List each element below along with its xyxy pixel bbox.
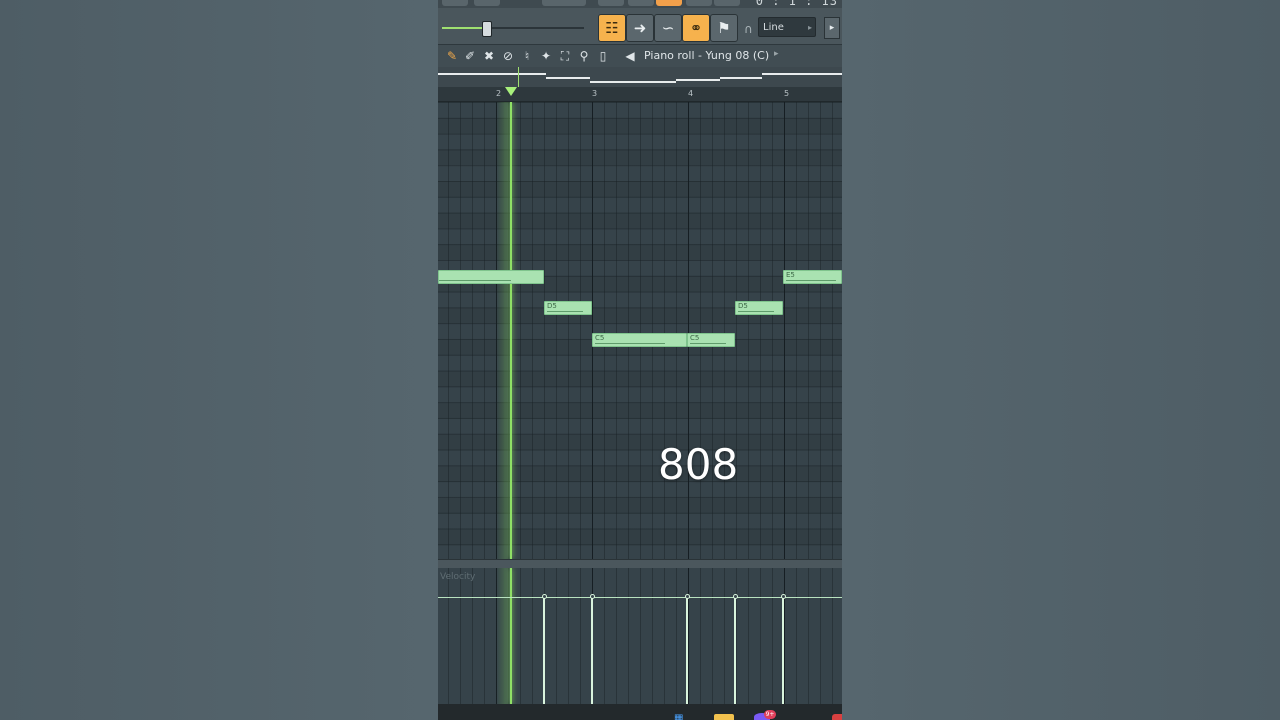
link-icon[interactable]: ⚭ [682, 14, 710, 42]
note-label: C5 [690, 334, 700, 342]
overview-clip [438, 73, 546, 75]
notification-badge: 9+ [764, 710, 776, 719]
piano-roll-toolbar: ✎ ✐ ✖ ⊘ ♮ ✦ ⛶ ⚲ ▯ ◀ Piano roll - Yung 08… [438, 45, 842, 67]
note-velocity [547, 311, 583, 312]
chevron-right-icon[interactable]: ▸ [774, 49, 779, 59]
overview-playhead [518, 67, 519, 87]
mode-button[interactable] [686, 0, 712, 6]
mute-icon[interactable]: ⊘ [500, 48, 516, 64]
velocity-handle[interactable] [781, 594, 786, 599]
note-velocity [738, 311, 774, 312]
note-velocity [595, 343, 665, 344]
video-caption: 808 [658, 440, 739, 489]
timeline-ruler[interactable]: 2 3 4 5 [438, 87, 842, 102]
overview-clip [546, 77, 590, 79]
note-label: D5 [738, 302, 748, 310]
snap-select[interactable]: Line ▸ [758, 17, 816, 37]
pencil-icon[interactable]: ✎ [444, 48, 460, 64]
velocity-bar[interactable] [686, 598, 688, 704]
delete-icon[interactable]: ✖ [481, 48, 497, 64]
snap-value: Line [763, 22, 784, 33]
velocity-bar[interactable] [782, 598, 784, 704]
note[interactable]: D5 [544, 301, 592, 315]
background-left [0, 0, 438, 720]
note-label: E5 [786, 271, 795, 279]
velocity-handle[interactable] [733, 594, 738, 599]
note-label: C5 [595, 334, 605, 342]
slider-knob[interactable] [482, 21, 492, 37]
metronome-button[interactable] [628, 0, 654, 6]
bar-number: 4 [688, 89, 694, 98]
speaker-mute-icon[interactable]: ♮ [519, 48, 535, 64]
select-icon[interactable]: ⛶ [557, 48, 573, 64]
tempo-display[interactable] [542, 0, 586, 6]
fl-studio-window: 0 : 1 : 13 ☷ ➜ ∽ ⚭ ⚑ ∩ Line ▸ ▸ ✎ ✐ ✖ ⊘ … [438, 0, 842, 720]
velocity-editor[interactable]: Velocity [438, 568, 842, 704]
pattern-button[interactable] [442, 0, 468, 6]
plug-icon[interactable]: ∽ [654, 14, 682, 42]
note-label: D5 [547, 302, 557, 310]
file-explorer-icon[interactable] [714, 714, 734, 720]
app-icon-red[interactable] [832, 714, 842, 720]
note[interactable]: C5 [592, 333, 687, 347]
note-velocity [690, 343, 726, 344]
note-velocity [439, 280, 511, 281]
playback-icon[interactable]: ▯ [595, 48, 611, 64]
windows-start-icon[interactable]: ▦ [674, 714, 694, 720]
stamp-icon[interactable]: ⚑ [710, 14, 738, 42]
velocity-bar[interactable] [543, 598, 545, 704]
velocity-handle[interactable] [590, 594, 595, 599]
master-pitch-slider[interactable] [442, 21, 584, 37]
bar-number: 5 [784, 89, 790, 98]
playhead-line [510, 568, 512, 704]
mode-button-2[interactable] [714, 0, 740, 6]
top-strip: 0 : 1 : 13 [438, 0, 842, 8]
chevron-right-icon: ▸ [807, 23, 812, 32]
active-mode-button[interactable] [656, 0, 682, 6]
bar-number: 3 [592, 89, 598, 98]
record-button[interactable] [598, 0, 624, 6]
velocity-bar[interactable] [591, 598, 593, 704]
piano-roll-icon[interactable]: ☷ [598, 14, 626, 42]
overview-clip [762, 73, 842, 75]
zoom-icon[interactable]: ⚲ [576, 48, 592, 64]
main-toolbar: 0 : 1 : 13 ☷ ➜ ∽ ⚭ ⚑ ∩ Line ▸ ▸ [438, 0, 842, 45]
slider-fill [442, 27, 482, 29]
playhead-marker[interactable] [505, 87, 517, 96]
arrow-right-icon[interactable]: ➜ [626, 14, 654, 42]
speaker-icon[interactable]: ◀ [622, 48, 638, 64]
velocity-bar[interactable] [734, 598, 736, 704]
overview-clip [676, 79, 720, 81]
brush-icon[interactable]: ✐ [462, 48, 478, 64]
bar-number: 2 [496, 89, 502, 98]
song-button[interactable] [474, 0, 500, 6]
slice-icon[interactable]: ✦ [538, 48, 554, 64]
velocity-handle[interactable] [542, 594, 547, 599]
background-right [842, 0, 1280, 720]
window-title: Piano roll - Yung 08 (C) [644, 49, 770, 62]
overview-clip [720, 77, 762, 79]
time-display: 0 : 1 : 13 [755, 0, 838, 8]
expand-button[interactable]: ▸ [824, 17, 840, 39]
playhead-line [510, 102, 512, 559]
note[interactable]: D5 [735, 301, 783, 315]
overview-navigator[interactable] [438, 67, 842, 87]
velocity-handle[interactable] [685, 594, 690, 599]
note-grid[interactable]: D5 C5 C5 D5 E5 808 [438, 102, 842, 559]
magnet-icon: ∩ [744, 22, 753, 36]
note[interactable]: C5 [687, 333, 735, 347]
note[interactable] [438, 270, 544, 284]
windows-taskbar: ▦ 9+ [438, 704, 842, 720]
note[interactable]: E5 [783, 270, 842, 284]
event-editor-label: Velocity [440, 572, 476, 582]
overview-clip [590, 81, 676, 83]
note-velocity [786, 280, 836, 281]
